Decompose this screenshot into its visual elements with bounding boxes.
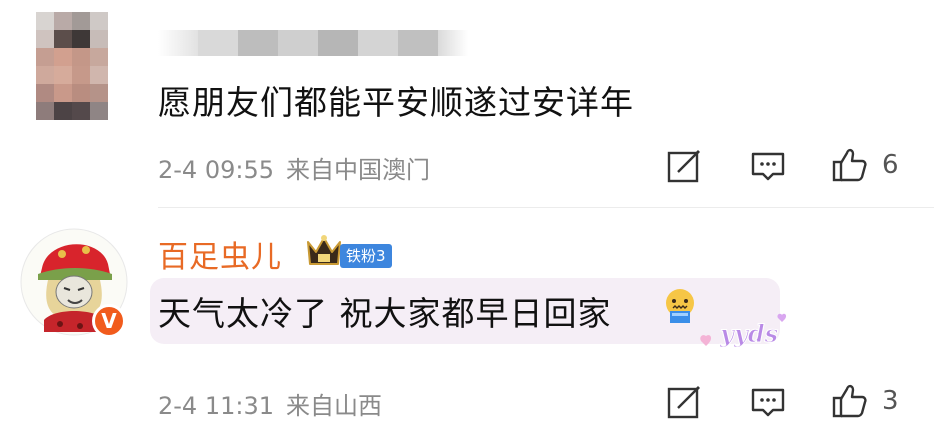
avatar-pixel	[36, 84, 54, 102]
avatar-pixel	[36, 30, 54, 48]
avatar[interactable]	[36, 12, 108, 120]
verified-v-icon: V	[92, 304, 126, 338]
reply-message-icon[interactable]	[748, 382, 788, 422]
comment-text: 天气太冷了 祝大家都早日回家	[158, 294, 612, 333]
comment-location: 来自中国澳门	[286, 156, 430, 184]
comment-item: 愿朋友们都能平安顺遂过安详年 2-4 09:55 来自中国澳门 6	[0, 0, 934, 208]
username-blurred[interactable]	[158, 30, 468, 56]
thumbs-up-icon[interactable]	[830, 144, 870, 184]
avatar-pixel	[36, 102, 54, 120]
avatar-pixel	[54, 48, 72, 66]
avatar-pixel	[90, 84, 108, 102]
comment-time: 2-4 09:55	[158, 156, 274, 184]
avatar-pixel	[36, 66, 54, 84]
avatar-pixel	[72, 66, 90, 84]
yyds-sticker-icon: yyds	[694, 308, 794, 358]
avatar-pixel	[72, 102, 90, 120]
reply-message-icon[interactable]	[748, 146, 788, 186]
share-edit-icon[interactable]	[664, 382, 704, 422]
avatar-pixel	[72, 30, 90, 48]
username[interactable]: 百足虫儿	[158, 232, 282, 276]
avatar-pixel	[54, 12, 72, 30]
comment-location: 来自山西	[286, 392, 382, 420]
comment-time: 2-4 11:31	[158, 392, 274, 420]
avatar-pixel	[54, 66, 72, 84]
avatar-pixel	[90, 66, 108, 84]
share-edit-icon[interactable]	[664, 146, 704, 186]
avatar-pixel	[90, 30, 108, 48]
avatar-pixel	[72, 84, 90, 102]
sticker-text: yyds	[719, 319, 779, 348]
avatar-pixel	[72, 48, 90, 66]
fan-badge: 铁粉3	[340, 244, 392, 268]
avatar-pixel	[90, 48, 108, 66]
avatar-pixel	[54, 84, 72, 102]
avatar-pixel	[54, 30, 72, 48]
thumbs-up-icon[interactable]	[830, 380, 870, 420]
crown-icon	[304, 234, 344, 268]
avatar-pixel	[72, 12, 90, 30]
like-count: 6	[882, 150, 899, 180]
comment-meta: 2-4 11:31 来自山西	[158, 386, 394, 421]
comment-text: 愿朋友们都能平安顺遂过安详年	[158, 83, 634, 122]
like-count: 3	[882, 386, 899, 416]
comment-meta: 2-4 09:55 来自中国澳门	[158, 150, 442, 185]
avatar-pixel	[36, 48, 54, 66]
avatar-pixel	[54, 102, 72, 120]
divider	[158, 207, 934, 208]
avatar-pixel	[36, 12, 54, 30]
avatar-pixel	[90, 102, 108, 120]
avatar-pixel	[90, 12, 108, 30]
